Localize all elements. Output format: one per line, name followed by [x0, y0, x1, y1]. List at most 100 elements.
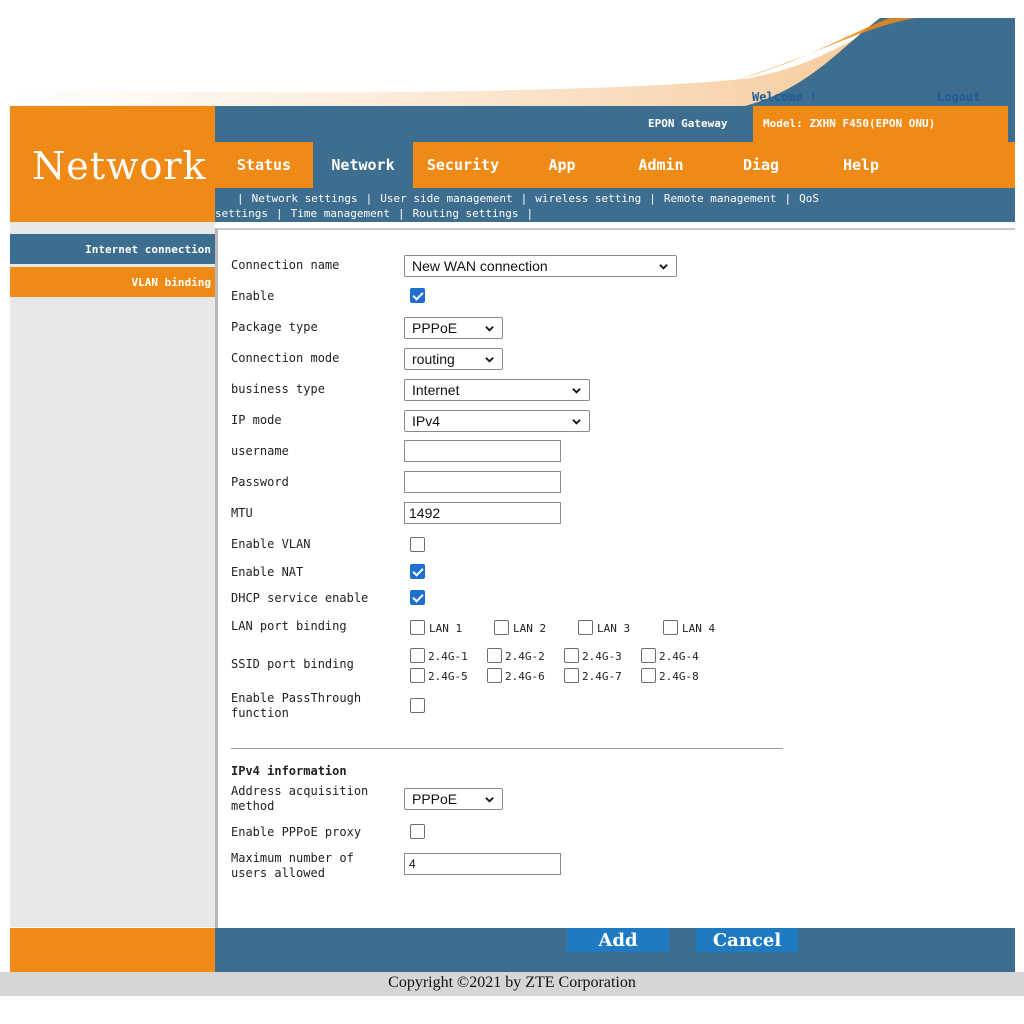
lan-3-checkbox[interactable] — [578, 620, 593, 635]
enable-vlan-checkbox[interactable] — [410, 537, 425, 552]
section-title: Network — [32, 144, 207, 188]
sub-nav-time-management[interactable]: Time management — [291, 207, 390, 220]
connection-name-label: Connection name — [231, 258, 340, 272]
model-label: Model: ZXHN F450(EPON ONU) — [763, 117, 936, 130]
business-type-label: business type — [231, 382, 325, 396]
model-box: Model: ZXHN F450(EPON ONU) — [753, 106, 1008, 142]
password-input[interactable] — [404, 471, 561, 493]
ssid-2.4g-8-checkbox[interactable] — [641, 668, 656, 683]
sub-nav-network-settings[interactable]: Network settings — [252, 192, 358, 205]
lan-3-label: LAN 3 — [597, 622, 631, 635]
tab-admin[interactable]: Admin — [611, 142, 711, 188]
password-label: Password — [231, 475, 289, 489]
dhcp-checkbox[interactable] — [410, 590, 425, 605]
package-type-value: PPPoE — [412, 320, 458, 336]
passthrough-label-line-2: function — [231, 706, 289, 720]
ssid-2.4g-6-label: 2.4G-6 — [505, 670, 545, 683]
sub-nav-user-side-management[interactable]: User side management — [380, 192, 512, 205]
business-type-select[interactable]: Internet — [404, 379, 590, 401]
connection-mode-label: Connection mode — [231, 351, 340, 365]
passthrough-label-line-1: Enable PassThrough — [231, 691, 362, 705]
connection-mode-select[interactable]: routing — [404, 348, 503, 370]
username-input[interactable] — [404, 440, 561, 462]
package-type-select[interactable]: PPPoE — [404, 317, 503, 339]
address-method-value: PPPoE — [412, 791, 458, 807]
lan-4-checkbox[interactable] — [663, 620, 678, 635]
passthrough-checkbox[interactable] — [410, 698, 425, 713]
ssid-2.4g-4-checkbox[interactable] — [641, 648, 656, 663]
header-banner — [10, 18, 1015, 106]
lan-1-checkbox[interactable] — [410, 620, 425, 635]
connection-name-select[interactable]: New WAN connection — [404, 255, 677, 277]
ssid-2.4g-5-checkbox[interactable] — [410, 668, 425, 683]
address-method-label-line-2: method — [231, 799, 275, 813]
enable-nat-checkbox[interactable] — [410, 564, 425, 579]
sub-nav-remote-management[interactable]: Remote management — [664, 192, 777, 205]
sub-nav-routing-settings[interactable]: Routing settings — [413, 207, 519, 220]
enable-nat-label: Enable NAT — [231, 565, 304, 579]
ssid-2.4g-2-label: 2.4G-2 — [505, 650, 545, 663]
sidebar-item-vlan-binding[interactable]: VLAN binding — [10, 267, 215, 297]
ssid-2.4g-1-checkbox[interactable] — [410, 648, 425, 663]
connection-name-value: New WAN connection — [412, 258, 548, 274]
separator: | — [526, 207, 534, 220]
ssid-2.4g-3-checkbox[interactable] — [564, 648, 579, 663]
sub-nav: | Network settings | User side management | w… — [215, 188, 1015, 222]
pppoe-proxy-checkbox[interactable] — [410, 824, 425, 839]
package-type-label: Package type — [231, 320, 318, 334]
add-button[interactable]: Add — [567, 928, 669, 952]
chevron-down-icon — [485, 357, 494, 363]
copyright-text: Copyright ©2021 by ZTE Corporation — [388, 974, 636, 991]
max-users-label: Maximum number of users allowed — [231, 851, 354, 881]
enable-label: Enable — [231, 289, 275, 303]
max-users-label-line-1: Maximum number of — [231, 851, 354, 865]
ssid-2.4g-4-label: 2.4G-4 — [659, 650, 699, 663]
tab-status[interactable]: Status — [215, 142, 313, 188]
separator: | — [520, 192, 528, 205]
address-method-label-line-1: Address acquisition — [231, 784, 369, 798]
sub-nav-qos[interactable]: QoS — [799, 192, 819, 205]
cancel-button[interactable]: Cancel — [696, 928, 798, 952]
sidebar-item-internet-connection[interactable]: Internet connection — [10, 234, 215, 264]
sidebar: Internet connection VLAN binding — [10, 222, 215, 927]
ssid-binding-label: SSID port binding — [231, 657, 354, 671]
enable-vlan-label: Enable VLAN — [231, 537, 311, 551]
max-users-label-line-2: users allowed — [231, 866, 325, 880]
ip-mode-select[interactable]: IPv4 — [404, 410, 590, 432]
ipv4-section-title: IPv4 information — [231, 764, 347, 778]
tab-app[interactable]: App — [513, 142, 611, 188]
tab-network[interactable]: Network — [313, 142, 413, 188]
chevron-down-icon — [659, 264, 668, 270]
logout-link[interactable]: Logout — [937, 90, 980, 104]
banner-wave-graphic — [10, 18, 1015, 106]
chevron-down-icon — [485, 326, 494, 332]
max-users-input[interactable]: 4 — [404, 853, 561, 875]
lan-2-label: LAN 2 — [513, 622, 547, 635]
pppoe-proxy-label: Enable PPPoE proxy — [231, 825, 362, 839]
sub-nav-qos-settings[interactable]: settings — [215, 207, 268, 220]
connection-mode-value: routing — [412, 351, 455, 367]
ssid-2.4g-1-label: 2.4G-1 — [428, 650, 468, 663]
ssid-2.4g-3-label: 2.4G-3 — [582, 650, 622, 663]
sub-nav-wireless-setting[interactable]: wireless setting — [535, 192, 641, 205]
lan-2-checkbox[interactable] — [494, 620, 509, 635]
sub-nav-line-2: settings | Time management | Routing setting… — [215, 207, 541, 220]
separator: | — [275, 207, 283, 220]
mtu-input[interactable]: 1492 — [404, 502, 561, 524]
section-title-block: Network — [10, 106, 215, 222]
chevron-down-icon — [485, 797, 494, 803]
main-nav: Status Network Security App Admin Diag H… — [215, 142, 1015, 188]
enable-checkbox[interactable] — [410, 288, 425, 303]
tab-security[interactable]: Security — [413, 142, 513, 188]
mtu-label: MTU — [231, 506, 253, 520]
passthrough-label: Enable PassThrough function — [231, 691, 361, 721]
tab-diag[interactable]: Diag — [711, 142, 811, 188]
ip-mode-value: IPv4 — [412, 413, 441, 429]
tab-help[interactable]: Help — [811, 142, 911, 188]
ssid-2.4g-7-checkbox[interactable] — [564, 668, 579, 683]
ssid-2.4g-2-checkbox[interactable] — [487, 648, 502, 663]
address-method-select[interactable]: PPPoE — [404, 788, 503, 810]
ssid-2.4g-6-checkbox[interactable] — [487, 668, 502, 683]
separator: | — [365, 192, 373, 205]
sub-nav-line-1: | Network settings | User side management | w… — [229, 192, 819, 205]
